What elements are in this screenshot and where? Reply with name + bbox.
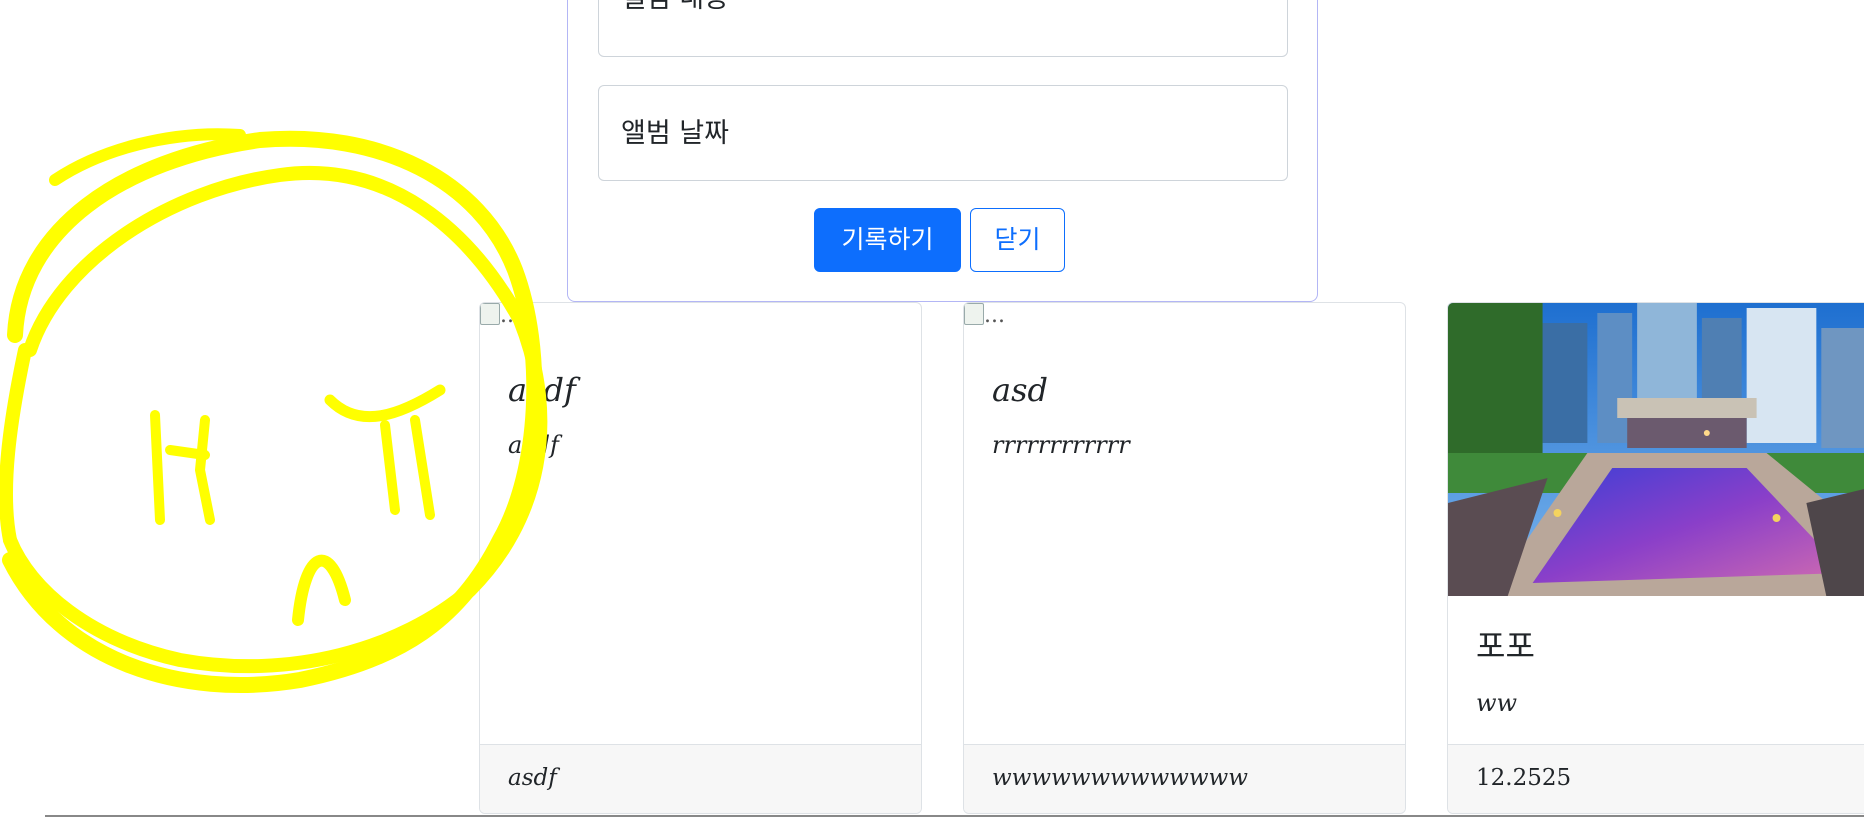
card-footer: wwwwwwwwwwwww	[964, 744, 1405, 813]
image-alt-text: ...	[984, 303, 1005, 328]
album-content-field[interactable]: 앨범 내용	[598, 0, 1288, 57]
card-text: rrrrrrrrrrrr	[992, 431, 1130, 459]
album-card[interactable]: 포포 ww 12.2525	[1447, 302, 1864, 814]
card-text: ww	[1476, 689, 1518, 717]
card-title: 포포	[1476, 627, 1535, 665]
album-date-field[interactable]: 앨범 날짜	[598, 85, 1288, 181]
submit-button[interactable]: 기록하기	[814, 208, 961, 272]
card-footer: 12.2525	[1448, 744, 1864, 813]
close-button[interactable]: 닫기	[970, 208, 1065, 272]
broken-image-icon: ...	[964, 303, 1005, 328]
album-card[interactable]: ... asd rrrrrrrrrrrr wwwwwwwwwwwww	[963, 302, 1406, 814]
yellow-face-doodle	[0, 128, 548, 693]
card-title: asd	[992, 371, 1048, 409]
city-stream-photo	[1448, 303, 1864, 596]
album-form: 앨범 내용 앨범 날짜 기록하기 닫기	[567, 0, 1318, 302]
